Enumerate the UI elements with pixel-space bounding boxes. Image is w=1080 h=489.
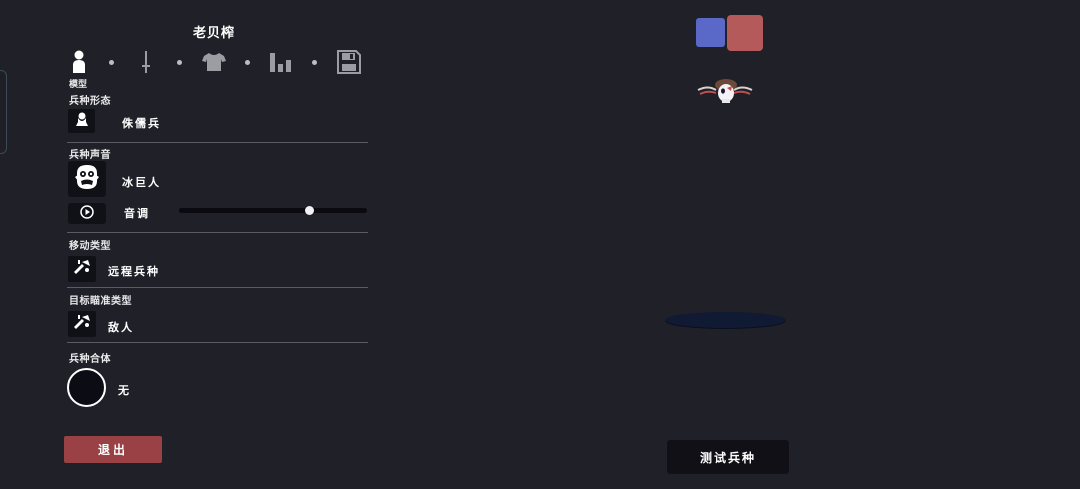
tab-separator-dot xyxy=(312,60,317,65)
save-icon[interactable] xyxy=(336,48,362,76)
pitch-slider-fill xyxy=(179,208,309,213)
targeting-section-label: 目标瞄准类型 xyxy=(69,296,132,307)
pitch-slider-thumb[interactable] xyxy=(304,206,314,215)
play-icon xyxy=(80,204,94,223)
team-red-button[interactable] xyxy=(727,15,763,51)
unit-preview-figure xyxy=(692,74,758,110)
targeting-selector[interactable] xyxy=(68,311,96,337)
voice-preview-button[interactable] xyxy=(68,203,106,224)
dwarf-icon xyxy=(75,111,89,131)
sword-icon[interactable] xyxy=(133,48,159,76)
movement-value: 远程兵种 xyxy=(108,265,160,278)
unit-name-title[interactable]: 老贝榨 xyxy=(164,22,264,41)
unit-pedestal xyxy=(665,312,786,328)
ranged-icon xyxy=(72,259,92,279)
form-section-label: 兵种形态 xyxy=(69,96,111,107)
unit-editor-panel: 老贝榨 模型 兵种形态 侏儒兵 兵种声音 冰巨人 音调 移动类型 远程兵种 目标… xyxy=(0,0,380,489)
fusion-selector[interactable] xyxy=(67,368,106,407)
test-unit-button[interactable]: 测试兵种 xyxy=(667,440,789,474)
stats-icon[interactable] xyxy=(268,48,294,76)
pitch-slider[interactable] xyxy=(179,206,367,215)
exit-button[interactable]: 退出 xyxy=(64,436,162,463)
form-selector[interactable] xyxy=(68,109,95,133)
section-divider xyxy=(67,232,368,233)
tab-separator-dot xyxy=(109,60,114,65)
movement-selector[interactable] xyxy=(68,256,96,282)
pitch-label: 音调 xyxy=(124,207,150,220)
tab-separator-dot xyxy=(245,60,250,65)
voice-value: 冰巨人 xyxy=(122,176,161,189)
section-divider xyxy=(67,342,368,343)
voice-selector[interactable] xyxy=(68,161,106,197)
team-blue-button[interactable] xyxy=(696,18,725,47)
person-icon[interactable] xyxy=(66,48,92,76)
form-value: 侏儒兵 xyxy=(122,117,161,130)
voice-section-label: 兵种声音 xyxy=(69,150,111,161)
movement-section-label: 移动类型 xyxy=(69,241,111,252)
target-icon xyxy=(72,314,92,334)
ice-giant-face-icon xyxy=(74,163,100,195)
shirt-icon[interactable] xyxy=(201,48,227,76)
tab-separator-dot xyxy=(177,60,182,65)
section-divider xyxy=(67,142,368,143)
fusion-section-label: 兵种合体 xyxy=(69,354,111,365)
section-divider xyxy=(67,287,368,288)
active-tab-label: 模型 xyxy=(69,80,88,90)
targeting-value: 敌人 xyxy=(108,321,134,334)
fusion-value: 无 xyxy=(118,384,131,397)
